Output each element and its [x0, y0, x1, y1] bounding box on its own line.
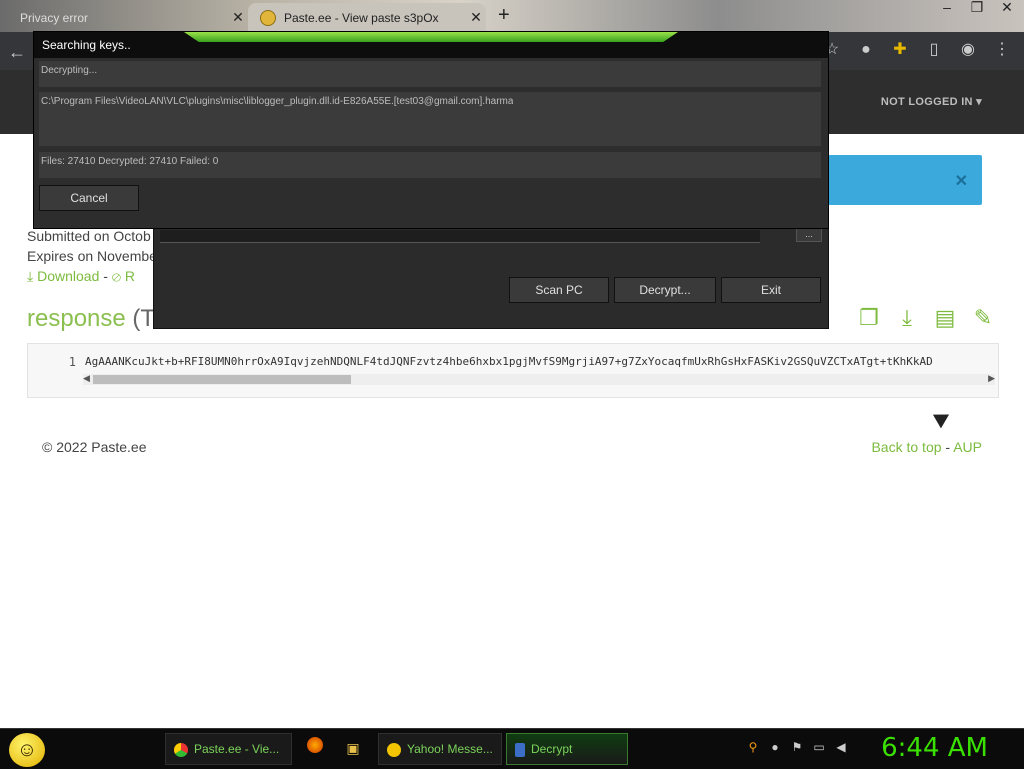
volume-icon[interactable]: ◀ — [833, 739, 849, 755]
status-text: Decrypting... — [41, 65, 98, 76]
tab-title: Privacy error — [20, 10, 89, 25]
exit-button[interactable]: Exit — [721, 277, 821, 303]
profile-avatar-icon[interactable]: ◉ — [958, 40, 978, 60]
counts-field: Files: 27410 Decrypted: 27410 Failed: 0 — [39, 152, 821, 178]
footer-copyright: © 2022 Paste.ee — [42, 439, 147, 455]
code-box: 1 AgAAANKcuJkt+b+RFI8UMN0hrrOxA9IqvjzehN… — [27, 343, 999, 398]
embed-plug-icon[interactable]: ✎ — [970, 305, 996, 331]
flag-icon[interactable]: ● — [856, 40, 876, 60]
decrypt-button[interactable]: Decrypt... — [614, 277, 716, 303]
report-link[interactable]: ⊘ R — [112, 268, 135, 284]
decryptor-window: ... Scan PC Decrypt... Exit — [153, 225, 829, 329]
chrome-icon — [174, 742, 188, 757]
aup-link[interactable]: AUP — [953, 439, 982, 455]
paste-actions: ❐ ⤓ ▤ ✎ — [856, 305, 996, 331]
expires-text: Expires on Novembe — [27, 248, 157, 264]
close-icon[interactable]: ✕ — [955, 171, 968, 191]
restore-icon[interactable]: ❐ — [966, 0, 988, 14]
taskbar-item-decrypt[interactable]: Decrypt — [506, 733, 628, 765]
minimize-icon[interactable]: – — [936, 0, 958, 14]
favicon-icon — [260, 9, 276, 26]
path-field[interactable] — [160, 230, 760, 243]
new-tab-button[interactable]: + — [498, 4, 510, 27]
download-link[interactable]: ⤓ Download — [27, 268, 99, 284]
start-button[interactable]: ☺ — [9, 733, 45, 767]
submitted-text: Submitted on Octob — [27, 228, 151, 244]
download-icon[interactable]: ⤓ — [894, 305, 920, 331]
download-label: Download — [37, 268, 100, 284]
chat-icon[interactable]: ● — [767, 739, 783, 755]
browse-button[interactable]: ... — [796, 228, 822, 242]
raw-document-icon[interactable]: ▤ — [932, 305, 958, 331]
paste-links: ⤓ Download - ⊘ R — [27, 268, 135, 284]
smiley-icon: ☺ — [16, 739, 38, 761]
searching-keys-dialog: Searching keys.. Decrypting... C:\Progra… — [33, 31, 829, 229]
account-menu[interactable]: NOT LOGGED IN ▾ — [881, 95, 982, 108]
titlebar-accent — [184, 32, 678, 42]
taskbar: ☺ Paste.ee - Vie... ▣ Yahoo! Messe... De… — [0, 728, 1024, 769]
code-line: AgAAANKcuJkt+b+RFI8UMN0hrrOxA9IqvjzehNDQ… — [85, 355, 933, 368]
close-icon[interactable]: ✕ — [228, 9, 248, 26]
horizontal-scrollbar[interactable]: ◀ ▶ — [83, 373, 995, 385]
paste-heading: response (Te — [27, 305, 166, 333]
sidebar-icon[interactable]: ▯ — [924, 40, 944, 60]
clock: 6:44 AM — [881, 733, 988, 763]
yahoo-messenger-icon — [387, 742, 401, 757]
report-icon: ⊘ — [111, 268, 121, 284]
scrollbar-thumb[interactable] — [93, 375, 351, 384]
footer-separator: - — [945, 439, 951, 455]
current-file-text: C:\Program Files\VideoLAN\VLC\plugins\mi… — [41, 96, 514, 107]
dialog-title: Searching keys.. — [42, 38, 131, 52]
network-icon[interactable]: ▭ — [811, 739, 827, 755]
toolbar-icons: ☆ ● ✚ ▯ ◉ ⋮ — [822, 40, 1012, 60]
taskbar-item-label: Decrypt — [531, 742, 573, 756]
mouse-cursor-icon — [932, 407, 954, 429]
footer-links: Back to top - AUP — [871, 439, 982, 455]
menu-kebab-icon[interactable]: ⋮ — [992, 40, 1012, 60]
close-icon[interactable]: ✕ — [466, 9, 486, 26]
firefox-icon[interactable] — [302, 735, 328, 761]
not-logged-in-label: NOT LOGGED IN — [880, 96, 973, 108]
back-to-top-link[interactable]: Back to top — [871, 439, 941, 455]
window-controls: – ❐ ✕ — [936, 0, 1018, 14]
tab-paste[interactable]: Paste.ee - View paste s3pOx ✕ — [248, 3, 486, 32]
taskbar-item-label: Paste.ee - Vie... — [194, 742, 280, 756]
scan-pc-button[interactable]: Scan PC — [509, 277, 609, 303]
tab-strip: Privacy error ✕ Paste.ee - View paste s3… — [0, 0, 1024, 32]
download-icon: ⤓ — [27, 268, 34, 284]
taskbar-item-yahoo[interactable]: Yahoo! Messe... — [378, 733, 502, 765]
taskbar-item-chrome[interactable]: Paste.ee - Vie... — [165, 733, 292, 765]
paste-heading-name: response — [27, 305, 126, 332]
line-number: 1 — [68, 355, 76, 369]
flag-icon[interactable]: ⚑ — [789, 739, 805, 755]
taskbar-item-label: Yahoo! Messe... — [407, 742, 493, 756]
report-label: R — [124, 268, 135, 284]
tab-title: Paste.ee - View paste s3pOx — [284, 10, 439, 25]
folder-icon[interactable]: ▣ — [340, 735, 366, 761]
scroll-right-icon[interactable]: ▶ — [988, 373, 995, 384]
current-file-field: C:\Program Files\VideoLAN\VLC\plugins\mi… — [39, 92, 821, 146]
decrypt-app-icon — [515, 742, 525, 757]
status-field: Decrypting... — [39, 61, 821, 87]
extensions-puzzle-icon[interactable]: ✚ — [890, 40, 910, 60]
search-icon[interactable]: ⚲ — [745, 739, 761, 755]
tab-privacy-error[interactable]: Privacy error ✕ — [8, 3, 248, 32]
close-window-icon[interactable]: ✕ — [996, 0, 1018, 14]
cancel-button[interactable]: Cancel — [39, 185, 139, 211]
scroll-left-icon[interactable]: ◀ — [83, 373, 90, 384]
copy-icon[interactable]: ❐ — [856, 305, 882, 331]
counts-text: Files: 27410 Decrypted: 27410 Failed: 0 — [41, 156, 219, 167]
back-arrow-icon[interactable]: ← — [8, 42, 26, 63]
system-tray: ⚲ ● ⚑ ▭ ◀ — [745, 739, 849, 755]
